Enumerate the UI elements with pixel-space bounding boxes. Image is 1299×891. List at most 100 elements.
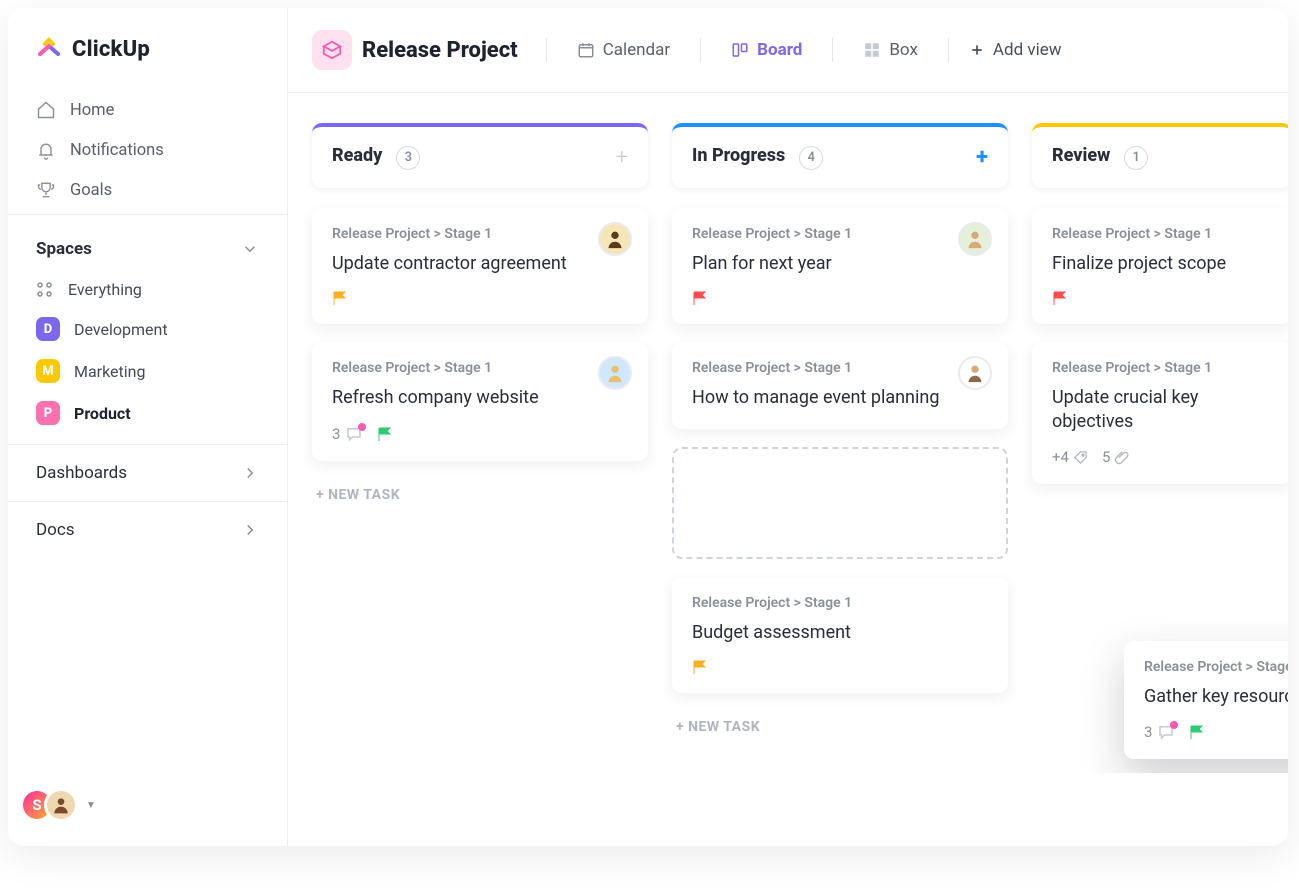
notification-dot-icon	[358, 423, 366, 431]
box-icon	[863, 41, 881, 59]
task-card[interactable]: Release Project > Stage 1 Finalize proje…	[1032, 208, 1288, 324]
nav-docs[interactable]: Docs	[8, 501, 287, 558]
nav-label: Home	[70, 101, 114, 120]
board-icon	[731, 41, 749, 59]
trophy-icon	[36, 180, 56, 200]
nav-goals[interactable]: Goals	[18, 170, 277, 210]
breadcrumb: Release Project > Stage 1	[1052, 360, 1272, 376]
space-badge: M	[36, 359, 60, 383]
task-title: Refresh company website	[332, 386, 628, 410]
divider	[832, 38, 833, 62]
column-count: 1	[1124, 146, 1148, 170]
task-title: Update crucial key objectives	[1052, 386, 1272, 435]
sidebar: ClickUp Home Notifications Goals Spaces	[8, 8, 288, 846]
paperclip-icon	[1114, 450, 1129, 465]
new-task-button[interactable]: + NEW TASK	[312, 479, 648, 511]
app-window: ClickUp Home Notifications Goals Spaces	[8, 8, 1288, 846]
add-task-button[interactable]: +	[616, 145, 628, 170]
nav-label: Goals	[70, 181, 112, 200]
attachment-count[interactable]: 5	[1102, 448, 1129, 466]
priority-flag-icon[interactable]	[692, 659, 708, 675]
breadcrumb: Release Project > Stage 1	[332, 226, 628, 242]
nav-top: Home Notifications Goals	[8, 86, 287, 214]
comments-count[interactable]: 3	[332, 425, 363, 443]
drop-zone[interactable]	[672, 447, 1008, 559]
space-product[interactable]: P Product	[18, 392, 277, 434]
nav-dashboards[interactable]: Dashboards	[8, 444, 287, 501]
chevron-right-icon	[241, 464, 259, 482]
view-calendar[interactable]: Calendar	[567, 34, 680, 66]
add-view-button[interactable]: Add view	[969, 40, 1062, 60]
task-title: Finalize project scope	[1052, 252, 1272, 276]
nav-notifications[interactable]: Notifications	[18, 130, 277, 170]
spaces-header[interactable]: Spaces	[18, 233, 277, 271]
priority-flag-icon[interactable]	[377, 426, 393, 442]
add-view-label: Add view	[993, 40, 1062, 60]
caret-icon: ▼	[86, 800, 96, 811]
board: Ready 3 + Release Project > Stage 1 Upda…	[288, 93, 1288, 773]
view-label: Box	[889, 40, 918, 60]
priority-flag-icon[interactable]	[332, 290, 348, 306]
priority-flag-icon[interactable]	[1189, 724, 1205, 740]
column-count: 3	[396, 146, 420, 170]
task-card[interactable]: Release Project > Stage 1 Budget assessm…	[672, 577, 1008, 693]
dragging-task-card[interactable]: Release Project > Stage 1 Gather key res…	[1124, 641, 1288, 759]
user-menu[interactable]: S ▼	[8, 770, 287, 846]
project-icon	[312, 30, 352, 70]
space-badge: D	[36, 317, 60, 341]
avatar-member	[44, 788, 78, 822]
new-task-button[interactable]: + NEW TASK	[672, 711, 1008, 743]
task-title: Gather key resources	[1144, 685, 1288, 709]
spaces-section: Spaces Everything D Development M Market…	[8, 214, 287, 444]
nav-label: Dashboards	[36, 463, 127, 483]
column-ready: Ready 3 + Release Project > Stage 1 Upda…	[312, 123, 648, 743]
column-header-review: Review 1	[1032, 123, 1288, 188]
assignee-avatar[interactable]	[958, 222, 992, 256]
priority-flag-icon[interactable]	[1052, 290, 1068, 306]
view-box[interactable]: Box	[853, 34, 928, 66]
chevron-right-icon	[241, 521, 259, 539]
task-card[interactable]: Release Project > Stage 1 Update contrac…	[312, 208, 648, 324]
column-count: 4	[799, 146, 823, 170]
breadcrumb: Release Project > Stage 1	[692, 360, 988, 376]
assignee-avatar[interactable]	[958, 356, 992, 390]
home-icon	[36, 100, 56, 120]
brand-label: ClickUp	[72, 37, 150, 62]
brand[interactable]: ClickUp	[8, 8, 287, 86]
breadcrumb: Release Project > Stage 1	[332, 360, 628, 376]
task-card[interactable]: Release Project > Stage 1 Refresh compan…	[312, 342, 648, 460]
space-label: Everything	[68, 280, 142, 299]
column-title: Review	[1052, 145, 1110, 166]
spaces-header-label: Spaces	[36, 239, 92, 259]
assignee-avatar[interactable]	[598, 356, 632, 390]
chevron-down-icon	[241, 240, 259, 258]
space-development[interactable]: D Development	[18, 308, 277, 350]
tag-icon	[1073, 450, 1088, 465]
space-everything[interactable]: Everything	[18, 271, 277, 308]
space-label: Marketing	[74, 362, 145, 381]
space-label: Development	[74, 320, 168, 339]
subtask-count[interactable]: +4	[1052, 448, 1088, 466]
project-title: Release Project	[362, 38, 518, 63]
task-card[interactable]: Release Project > Stage 1 Update crucial…	[1032, 342, 1288, 485]
nav-label: Notifications	[70, 141, 164, 160]
view-board[interactable]: Board	[721, 34, 812, 66]
add-task-button[interactable]: +	[976, 145, 988, 170]
divider	[700, 38, 701, 62]
bell-icon	[36, 140, 56, 160]
comments-count[interactable]: 3	[1144, 723, 1175, 741]
nav-home[interactable]: Home	[18, 90, 277, 130]
task-title: Plan for next year	[692, 252, 988, 276]
space-marketing[interactable]: M Marketing	[18, 350, 277, 392]
task-card[interactable]: Release Project > Stage 1 Plan for next …	[672, 208, 1008, 324]
column-header-in-progress: In Progress 4 +	[672, 123, 1008, 188]
assignee-avatar[interactable]	[598, 222, 632, 256]
view-label: Calendar	[603, 40, 670, 60]
view-label: Board	[757, 40, 802, 60]
task-card[interactable]: Release Project > Stage 1 How to manage …	[672, 342, 1008, 428]
divider	[546, 38, 547, 62]
plus-icon	[969, 42, 985, 58]
breadcrumb: Release Project > Stage 1	[1144, 659, 1288, 675]
priority-flag-icon[interactable]	[692, 290, 708, 306]
nav-label: Docs	[36, 520, 75, 540]
